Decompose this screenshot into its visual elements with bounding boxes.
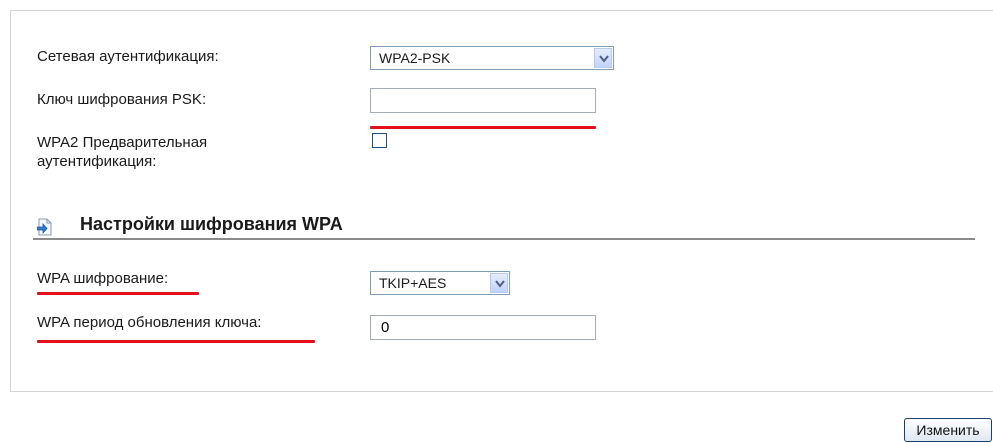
chevron-down-icon[interactable]: [594, 48, 612, 68]
auth-select[interactable]: WPA2-PSK: [370, 46, 614, 70]
psk-field[interactable]: [370, 88, 596, 113]
psk-highlight-underline: [370, 126, 596, 129]
wpa-encryption-value: TKIP+AES: [379, 275, 447, 291]
wpa-encryption-label: WPA шифрование:: [37, 270, 169, 287]
preauth-label: WPA2 Предварительная аутентификация:: [37, 133, 207, 171]
encryption-label-underline: [37, 292, 199, 295]
preauth-label-line1: WPA2 Предварительная: [37, 134, 208, 151]
section-divider: [33, 238, 975, 240]
psk-label: Ключ шифрования PSK:: [37, 91, 207, 108]
section-title: Настройки шифрования WPA: [80, 214, 343, 234]
preauth-label-line2: аутентификация:: [37, 153, 157, 170]
auth-select-value: WPA2-PSK: [379, 50, 451, 66]
wpa-encryption-select[interactable]: TKIP+AES: [370, 271, 510, 295]
psk-input[interactable]: [371, 89, 595, 112]
preauth-checkbox[interactable]: [372, 133, 387, 148]
rekey-label-underline: [37, 340, 315, 343]
apply-button[interactable]: Изменить: [904, 418, 992, 442]
rekey-input[interactable]: [371, 316, 595, 339]
rekey-label: WPA период обновления ключа:: [37, 314, 262, 331]
rekey-field[interactable]: [370, 315, 596, 340]
auth-label: Сетевая аутентификация:: [37, 48, 219, 65]
chevron-down-icon[interactable]: [490, 273, 508, 293]
